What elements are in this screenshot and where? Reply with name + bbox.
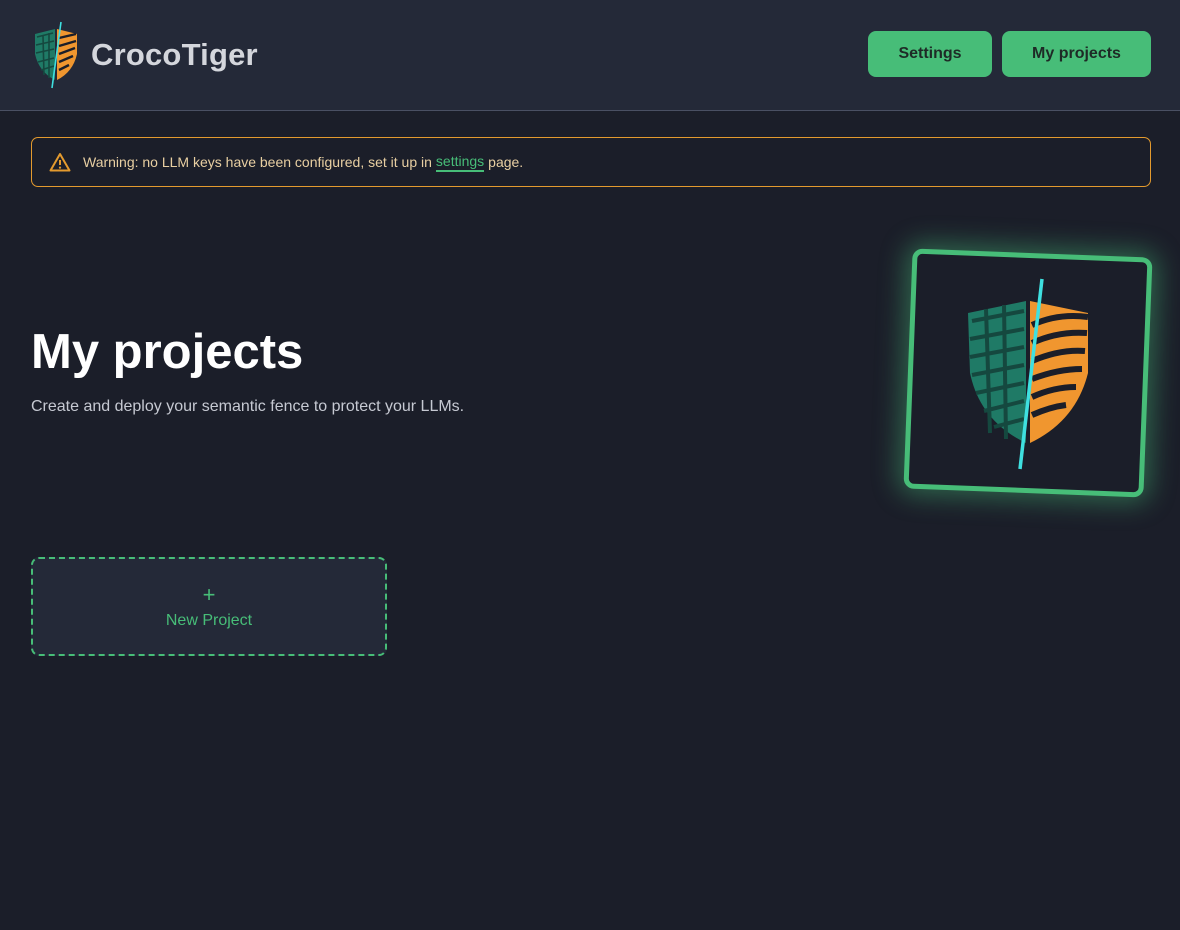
crocotiger-shield-icon — [968, 278, 1089, 470]
new-project-card[interactable]: + New Project — [31, 557, 387, 656]
crocotiger-logo-icon — [35, 21, 77, 89]
my-projects-button[interactable]: My projects — [1002, 31, 1151, 77]
llm-keys-warning-banner: Warning: no LLM keys have been configure… — [31, 137, 1151, 187]
warning-triangle-icon — [49, 153, 71, 172]
settings-button[interactable]: Settings — [868, 31, 992, 77]
plus-icon: + — [202, 581, 216, 607]
top-nav: Settings My projects — [868, 31, 1151, 77]
page-title: My projects — [31, 325, 304, 379]
warning-suffix: page. — [488, 154, 524, 170]
brand[interactable]: CrocoTiger — [31, 20, 258, 90]
brand-name: CrocoTiger — [91, 37, 258, 72]
top-bar: CrocoTiger Settings My projects — [0, 0, 1180, 111]
page-subtitle: Create and deploy your semantic fence to… — [31, 398, 465, 415]
warning-text: Warning: no LLM keys have been configure… — [83, 154, 432, 170]
new-project-label: New Project — [165, 611, 253, 629]
settings-link[interactable]: settings — [435, 153, 485, 172]
hero-logo-card — [903, 248, 1153, 498]
